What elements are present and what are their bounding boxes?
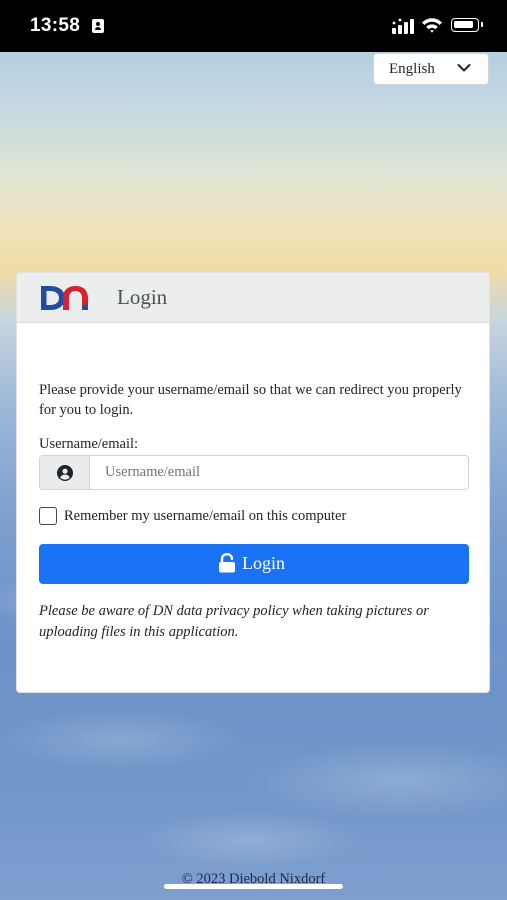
unlock-icon <box>219 553 235 573</box>
username-label: Username/email: <box>39 436 139 452</box>
login-button-label: Login <box>242 553 285 573</box>
card-header: Login <box>17 273 489 323</box>
status-bar: 13:58 <box>0 0 507 52</box>
contact-card-icon <box>92 19 104 33</box>
username-input-group <box>39 455 469 490</box>
cellular-signal-icon <box>392 18 414 34</box>
chevron-down-icon <box>457 64 471 72</box>
remember-checkbox[interactable] <box>39 507 57 525</box>
language-select[interactable]: English <box>373 53 489 85</box>
wifi-icon <box>422 18 442 33</box>
battery-icon <box>451 18 483 32</box>
status-time: 13:58 <box>30 15 81 36</box>
username-input[interactable] <box>90 456 468 489</box>
language-selected-label: English <box>389 61 435 77</box>
intro-text: Please provide your username/email so th… <box>39 382 462 418</box>
page-title: Login <box>117 285 168 309</box>
login-card: Login Please provide your username/email… <box>16 272 490 693</box>
username-addon <box>40 456 90 489</box>
user-circle-icon <box>57 465 73 481</box>
home-indicator[interactable] <box>164 884 343 889</box>
privacy-note: Please be aware of DN data privacy polic… <box>39 603 429 640</box>
login-button[interactable]: Login <box>39 544 469 584</box>
dn-logo <box>41 286 88 310</box>
remember-label[interactable]: Remember my username/email on this compu… <box>64 508 346 525</box>
